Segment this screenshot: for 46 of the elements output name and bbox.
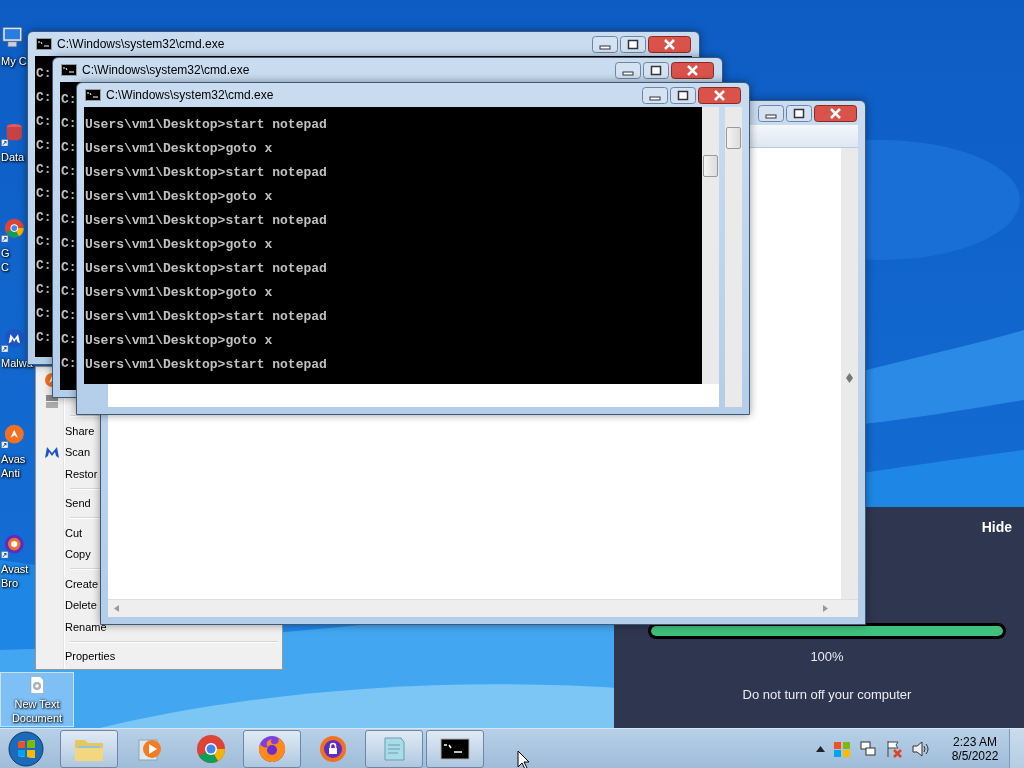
console-line: C: — [61, 307, 77, 325]
console-line: C: — [61, 355, 77, 373]
icon-label: New Text Document — [11, 697, 63, 725]
console-line: C: — [36, 329, 52, 347]
console-line: C: — [61, 187, 77, 205]
console-line: Users\vm1\Desktop>start notepad — [85, 164, 327, 182]
progress-percent: 100% — [810, 649, 844, 664]
console-line: C: — [61, 211, 77, 229]
icon-label: Data — [1, 150, 25, 164]
console-line: Users\vm1\Desktop>start notepad — [85, 356, 327, 374]
console-line: C: — [61, 115, 77, 133]
icon-label: G C — [1, 246, 10, 274]
console-line: Users\vm1\Desktop>goto x — [85, 188, 273, 206]
console-line: C: — [36, 137, 52, 155]
console-line: C: — [36, 305, 52, 323]
icon-label: My C — [1, 54, 27, 68]
console-line: Users\vm1\Desktop>start notepad — [85, 116, 327, 134]
console-line: Users\vm1\Desktop>start notepad — [85, 212, 327, 230]
icon-label: Avast Bro — [1, 562, 29, 590]
console-line: Users\vm1\Desktop>goto x — [85, 332, 273, 350]
console-line: C: — [36, 161, 52, 179]
console-line: C: — [61, 235, 77, 253]
console-line: C: — [61, 259, 77, 277]
console-line: C: — [36, 89, 52, 107]
console-line: Users\vm1\Desktop>goto x — [85, 284, 273, 302]
console-line: C: — [36, 209, 52, 227]
console-line: C: — [36, 113, 52, 131]
console-line: C: — [36, 281, 52, 299]
console-line: C: — [36, 185, 52, 203]
console-line: Users\vm1\Desktop>goto x — [85, 236, 273, 254]
window-title: C:\Windows\system32\cmd.exe — [106, 88, 274, 102]
console-line: C: — [61, 163, 77, 181]
console-line: C: — [61, 331, 77, 349]
console-line: Users\vm1\Desktop>start notepad — [85, 260, 327, 278]
console-line: C: — [36, 233, 52, 251]
icon-label: Avas Anti — [1, 452, 26, 480]
console-line: C: — [61, 139, 77, 157]
console-line: Users\vm1\Desktop>goto x — [85, 140, 273, 158]
window-title: C:\Windows\system32\cmd.exe — [57, 37, 225, 51]
console-line: C: — [61, 91, 77, 109]
window-title: C:\Windows\system32\cmd.exe — [82, 63, 250, 77]
console-line: Users\vm1\Desktop>start notepad — [85, 308, 327, 326]
console-line: C: — [36, 65, 52, 83]
console-line: C: — [61, 283, 77, 301]
status-message: Do not turn off your computer — [742, 687, 912, 702]
console-line: C: — [36, 257, 52, 275]
